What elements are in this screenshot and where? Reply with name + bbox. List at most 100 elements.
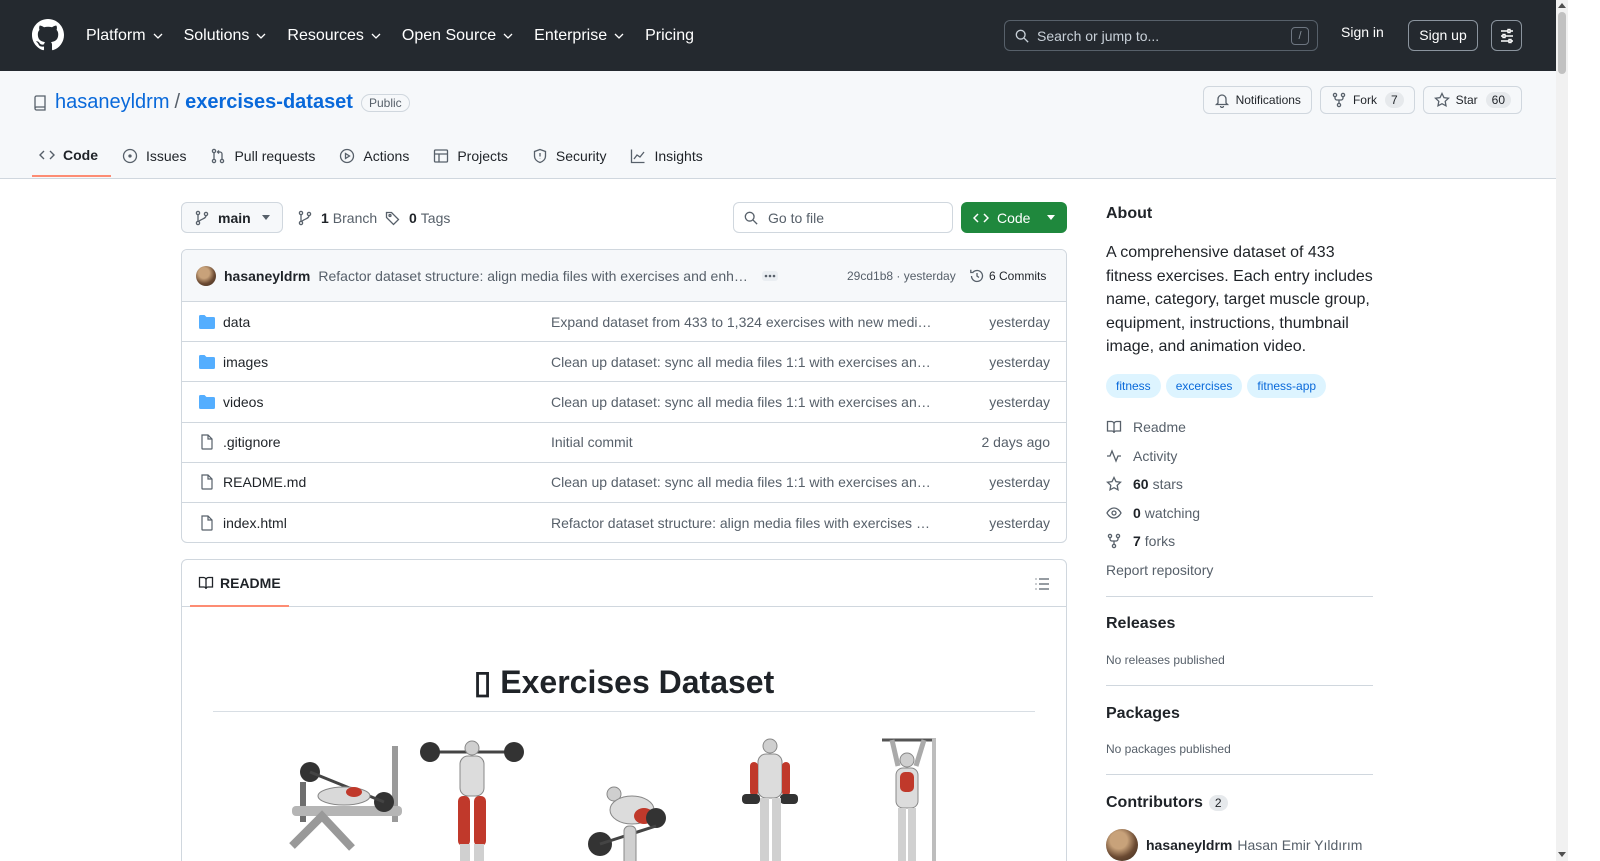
sign-in-link[interactable]: Sign in xyxy=(1341,24,1384,40)
nav-solutions[interactable]: Solutions xyxy=(184,27,268,45)
branches-link[interactable]: 1 Branch xyxy=(297,210,377,226)
contributors-heading-label: Contributors xyxy=(1106,794,1203,811)
tab-code-label: Code xyxy=(63,147,98,163)
stars-link[interactable]: 60 stars xyxy=(1106,476,1183,492)
file-name-link[interactable]: videos xyxy=(223,394,263,410)
tab-actions[interactable]: Actions xyxy=(332,135,422,177)
file-row[interactable]: data Expand dataset from 433 to 1,324 ex… xyxy=(182,302,1066,343)
contributor-item[interactable]: hasaneyldrm Hasan Emir Yıldırım xyxy=(1106,829,1362,861)
outline-list-icon[interactable] xyxy=(1034,576,1050,592)
global-search-input[interactable]: Search or jump to... / xyxy=(1004,20,1318,51)
fork-button[interactable]: Fork 7 xyxy=(1319,86,1415,114)
report-repository-link[interactable]: Report repository xyxy=(1106,562,1213,578)
github-logo-icon[interactable] xyxy=(32,19,64,51)
code-dropdown-button[interactable]: Code xyxy=(961,202,1067,233)
file-row[interactable]: README.md Clean up dataset: sync all med… xyxy=(182,463,1066,503)
tab-projects-label: Projects xyxy=(457,148,508,164)
repo-actions: Notifications Fork 7 Star 60 xyxy=(1195,86,1522,114)
file-name-link[interactable]: data xyxy=(223,314,250,330)
page-scrollbar[interactable] xyxy=(1556,0,1568,861)
sign-up-button[interactable]: Sign up xyxy=(1408,20,1478,51)
nav-resources[interactable]: Resources xyxy=(287,27,381,45)
readme-header: README xyxy=(182,560,1066,607)
readme-link-label: Readme xyxy=(1133,419,1186,435)
readme-tab-label: README xyxy=(220,574,281,591)
file-name-link[interactable]: README.md xyxy=(223,474,306,490)
file-commit-message[interactable]: Clean up dataset: sync all media files 1… xyxy=(551,354,933,370)
repo-description: A comprehensive dataset of 433 fitness e… xyxy=(1106,244,1373,356)
tab-pull-requests[interactable]: Pull requests xyxy=(203,135,328,177)
tab-security[interactable]: Security xyxy=(525,135,620,177)
ellipsis-icon xyxy=(765,274,776,277)
branch-count: 1 xyxy=(321,210,329,226)
file-name-link[interactable]: index.html xyxy=(223,515,287,531)
global-header: Platform Solutions Resources Open Source… xyxy=(0,0,1600,71)
file-commit-message[interactable]: Expand dataset from 433 to 1,324 exercis… xyxy=(551,314,933,330)
tab-issues-label: Issues xyxy=(146,148,187,164)
nav-pricing[interactable]: Pricing xyxy=(645,27,694,45)
readme-tab[interactable]: README xyxy=(190,560,289,607)
sliders-menu-button[interactable] xyxy=(1491,20,1522,51)
star-icon xyxy=(1433,92,1450,107)
sliders-icon xyxy=(1500,28,1513,43)
tag-count: 0 xyxy=(409,210,417,226)
releases-heading[interactable]: Releases xyxy=(1106,615,1175,633)
commits-history-link[interactable]: 6 Commits xyxy=(969,268,1046,284)
nav-enterprise[interactable]: Enterprise xyxy=(534,27,625,45)
readme-link[interactable]: Readme xyxy=(1106,419,1186,435)
watchers-link[interactable]: 0 watching xyxy=(1106,505,1200,521)
forks-link[interactable]: 7 forks xyxy=(1106,533,1175,549)
star-button[interactable]: Star 60 xyxy=(1422,86,1522,114)
topic-tag[interactable]: excercises xyxy=(1165,374,1243,398)
activity-link[interactable]: Activity xyxy=(1106,448,1177,464)
file-row[interactable]: .gitignore Initial commit 2 days ago xyxy=(182,423,1066,463)
tab-projects[interactable]: Projects xyxy=(426,135,521,177)
tab-issues[interactable]: Issues xyxy=(115,135,199,177)
tab-pull-requests-label: Pull requests xyxy=(234,148,316,164)
scroll-down-arrow-icon[interactable] xyxy=(1558,852,1566,857)
commit-hash-time[interactable]: 29cd1b8 · yesterday xyxy=(847,269,956,283)
sidebar-divider xyxy=(1106,774,1373,775)
tab-insights[interactable]: Insights xyxy=(623,135,715,177)
forks-label: forks xyxy=(1144,533,1176,549)
file-row[interactable]: index.html Refactor dataset structure: a… xyxy=(182,503,1066,542)
scroll-up-arrow-icon[interactable] xyxy=(1558,3,1566,8)
forks-count: 7 xyxy=(1133,533,1141,549)
notifications-button[interactable]: Notifications xyxy=(1202,86,1312,114)
tags-link[interactable]: 0 Tags xyxy=(385,210,450,226)
history-icon xyxy=(970,269,984,282)
packages-heading[interactable]: Packages xyxy=(1106,705,1180,723)
latest-commit-bar: hasaneyldrm Refactor dataset structure: … xyxy=(182,250,1066,302)
avatar[interactable] xyxy=(196,265,216,286)
nav-open-source[interactable]: Open Source xyxy=(402,27,514,45)
file-commit-message[interactable]: Refactor dataset structure: align media … xyxy=(551,515,933,531)
file-name-link[interactable]: images xyxy=(223,354,268,370)
contributors-count: 2 xyxy=(1208,795,1228,811)
nav-platform[interactable]: Platform xyxy=(86,27,164,45)
search-icon xyxy=(744,211,758,225)
contributors-heading[interactable]: Contributors 2 xyxy=(1106,794,1228,812)
repo-owner-link[interactable]: hasaneyldrm xyxy=(55,91,170,114)
scrollbar-thumb[interactable] xyxy=(1558,12,1566,74)
file-commit-message[interactable]: Initial commit xyxy=(551,434,933,450)
avatar[interactable] xyxy=(1106,829,1138,861)
file-commit-message[interactable]: Clean up dataset: sync all media files 1… xyxy=(551,474,933,490)
commit-message-link[interactable]: Refactor dataset structure: align media … xyxy=(318,268,750,284)
file-commit-message[interactable]: Clean up dataset: sync all media files 1… xyxy=(551,394,933,410)
file-row[interactable]: videos Clean up dataset: sync all media … xyxy=(182,382,1066,423)
readme-title: ▯ Exercises Dataset xyxy=(213,663,1035,712)
commit-author-link[interactable]: hasaneyldrm xyxy=(224,268,310,284)
repo-name-link[interactable]: exercises-dataset xyxy=(185,91,353,114)
go-to-file-input[interactable]: Go to file xyxy=(733,202,953,233)
contributor-login[interactable]: hasaneyldrm xyxy=(1146,837,1232,853)
caret-down-icon xyxy=(262,215,270,220)
tab-code[interactable]: Code xyxy=(32,135,111,177)
branch-selector[interactable]: main xyxy=(181,202,283,233)
file-row[interactable]: images Clean up dataset: sync all media … xyxy=(182,342,1066,383)
file-name-link[interactable]: .gitignore xyxy=(223,434,281,450)
expand-commit-button[interactable] xyxy=(762,270,779,281)
topic-tag[interactable]: fitness xyxy=(1106,374,1161,398)
branch-icon xyxy=(195,210,209,225)
topic-tag[interactable]: fitness-app xyxy=(1247,374,1327,398)
visibility-badge: Public xyxy=(360,93,410,112)
